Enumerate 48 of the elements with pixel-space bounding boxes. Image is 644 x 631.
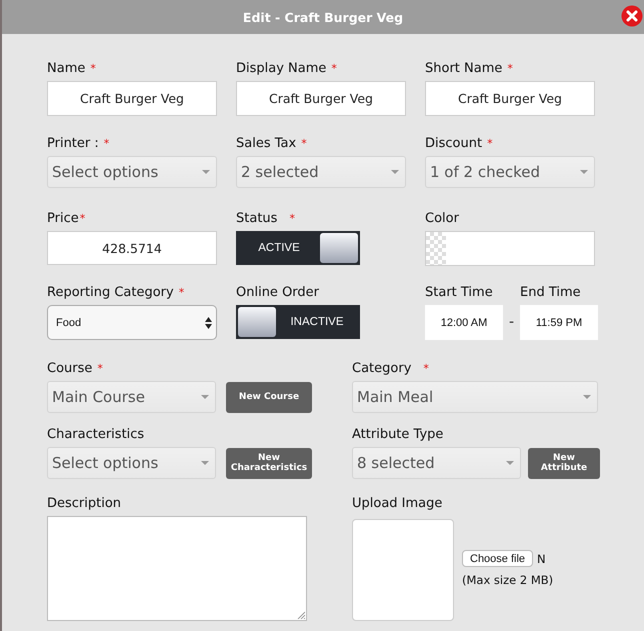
description-field[interactable]: [47, 516, 307, 621]
multi-select[interactable]: Select options: [47, 156, 217, 188]
field-label: Sales Tax *: [236, 135, 307, 153]
field-label: Upload Image: [352, 495, 442, 513]
dropdown[interactable]: 8 selected: [352, 447, 521, 479]
field-label: Characteristics: [47, 426, 144, 444]
field-label: Color: [425, 210, 459, 228]
field-label: Online Order: [236, 284, 320, 302]
field-label: Description: [47, 495, 122, 513]
field-label: Short Name *: [425, 60, 513, 78]
dropdown[interactable]: Select options: [47, 447, 216, 479]
choose-file-button[interactable]: Choose file: [462, 550, 534, 567]
field-label: Status *: [236, 210, 295, 228]
field-label: Name *: [47, 60, 96, 78]
multi-select[interactable]: 1 of 2 checked: [425, 156, 595, 188]
color-field[interactable]: [425, 231, 595, 266]
field-label: Display Name *: [236, 60, 337, 78]
multi-select[interactable]: 2 selected: [236, 156, 406, 188]
file-name: N: [537, 552, 546, 566]
start-time-field[interactable]: 12:00 AM: [425, 305, 503, 340]
field-label: Price*: [47, 210, 86, 228]
field-label: Discount *: [425, 135, 493, 153]
field-label: Course *: [47, 360, 103, 378]
new-button[interactable]: New Characteristics: [226, 448, 312, 478]
new-button[interactable]: New Course: [226, 382, 312, 412]
field-label: Reporting Category *: [47, 284, 184, 302]
text-field[interactable]: Craft Burger Veg: [425, 81, 595, 116]
field-label: Category *: [352, 360, 429, 378]
field-label: Start Time: [425, 284, 494, 302]
text-field[interactable]: Craft Burger Veg: [47, 81, 217, 116]
text-field[interactable]: Craft Burger Veg: [236, 81, 406, 116]
price-field[interactable]: 428.5714: [47, 231, 217, 265]
field-label: Printer : *: [47, 135, 110, 153]
resize-grip-icon: [297, 611, 305, 619]
dropdown[interactable]: Main Meal: [352, 381, 598, 413]
time-separator: -: [508, 313, 516, 332]
field-label: End Time: [520, 284, 582, 302]
field-label: Attribute Type: [352, 426, 444, 444]
close-icon[interactable]: [621, 5, 643, 27]
window-title: Edit - Craft Burger Veg: [242, 10, 404, 24]
status-toggle[interactable]: ACTIVE: [236, 231, 360, 265]
spinner-icon: [205, 316, 212, 328]
new-button[interactable]: New Attribute: [528, 448, 600, 478]
dropdown[interactable]: Main Course: [47, 381, 216, 413]
size-note: (Max size 2 MB): [462, 573, 554, 587]
online-order-toggle[interactable]: INACTIVE: [236, 305, 360, 339]
end-time-field[interactable]: 11:59 PM: [520, 305, 598, 340]
dropdown[interactable]: Food: [47, 305, 217, 340]
